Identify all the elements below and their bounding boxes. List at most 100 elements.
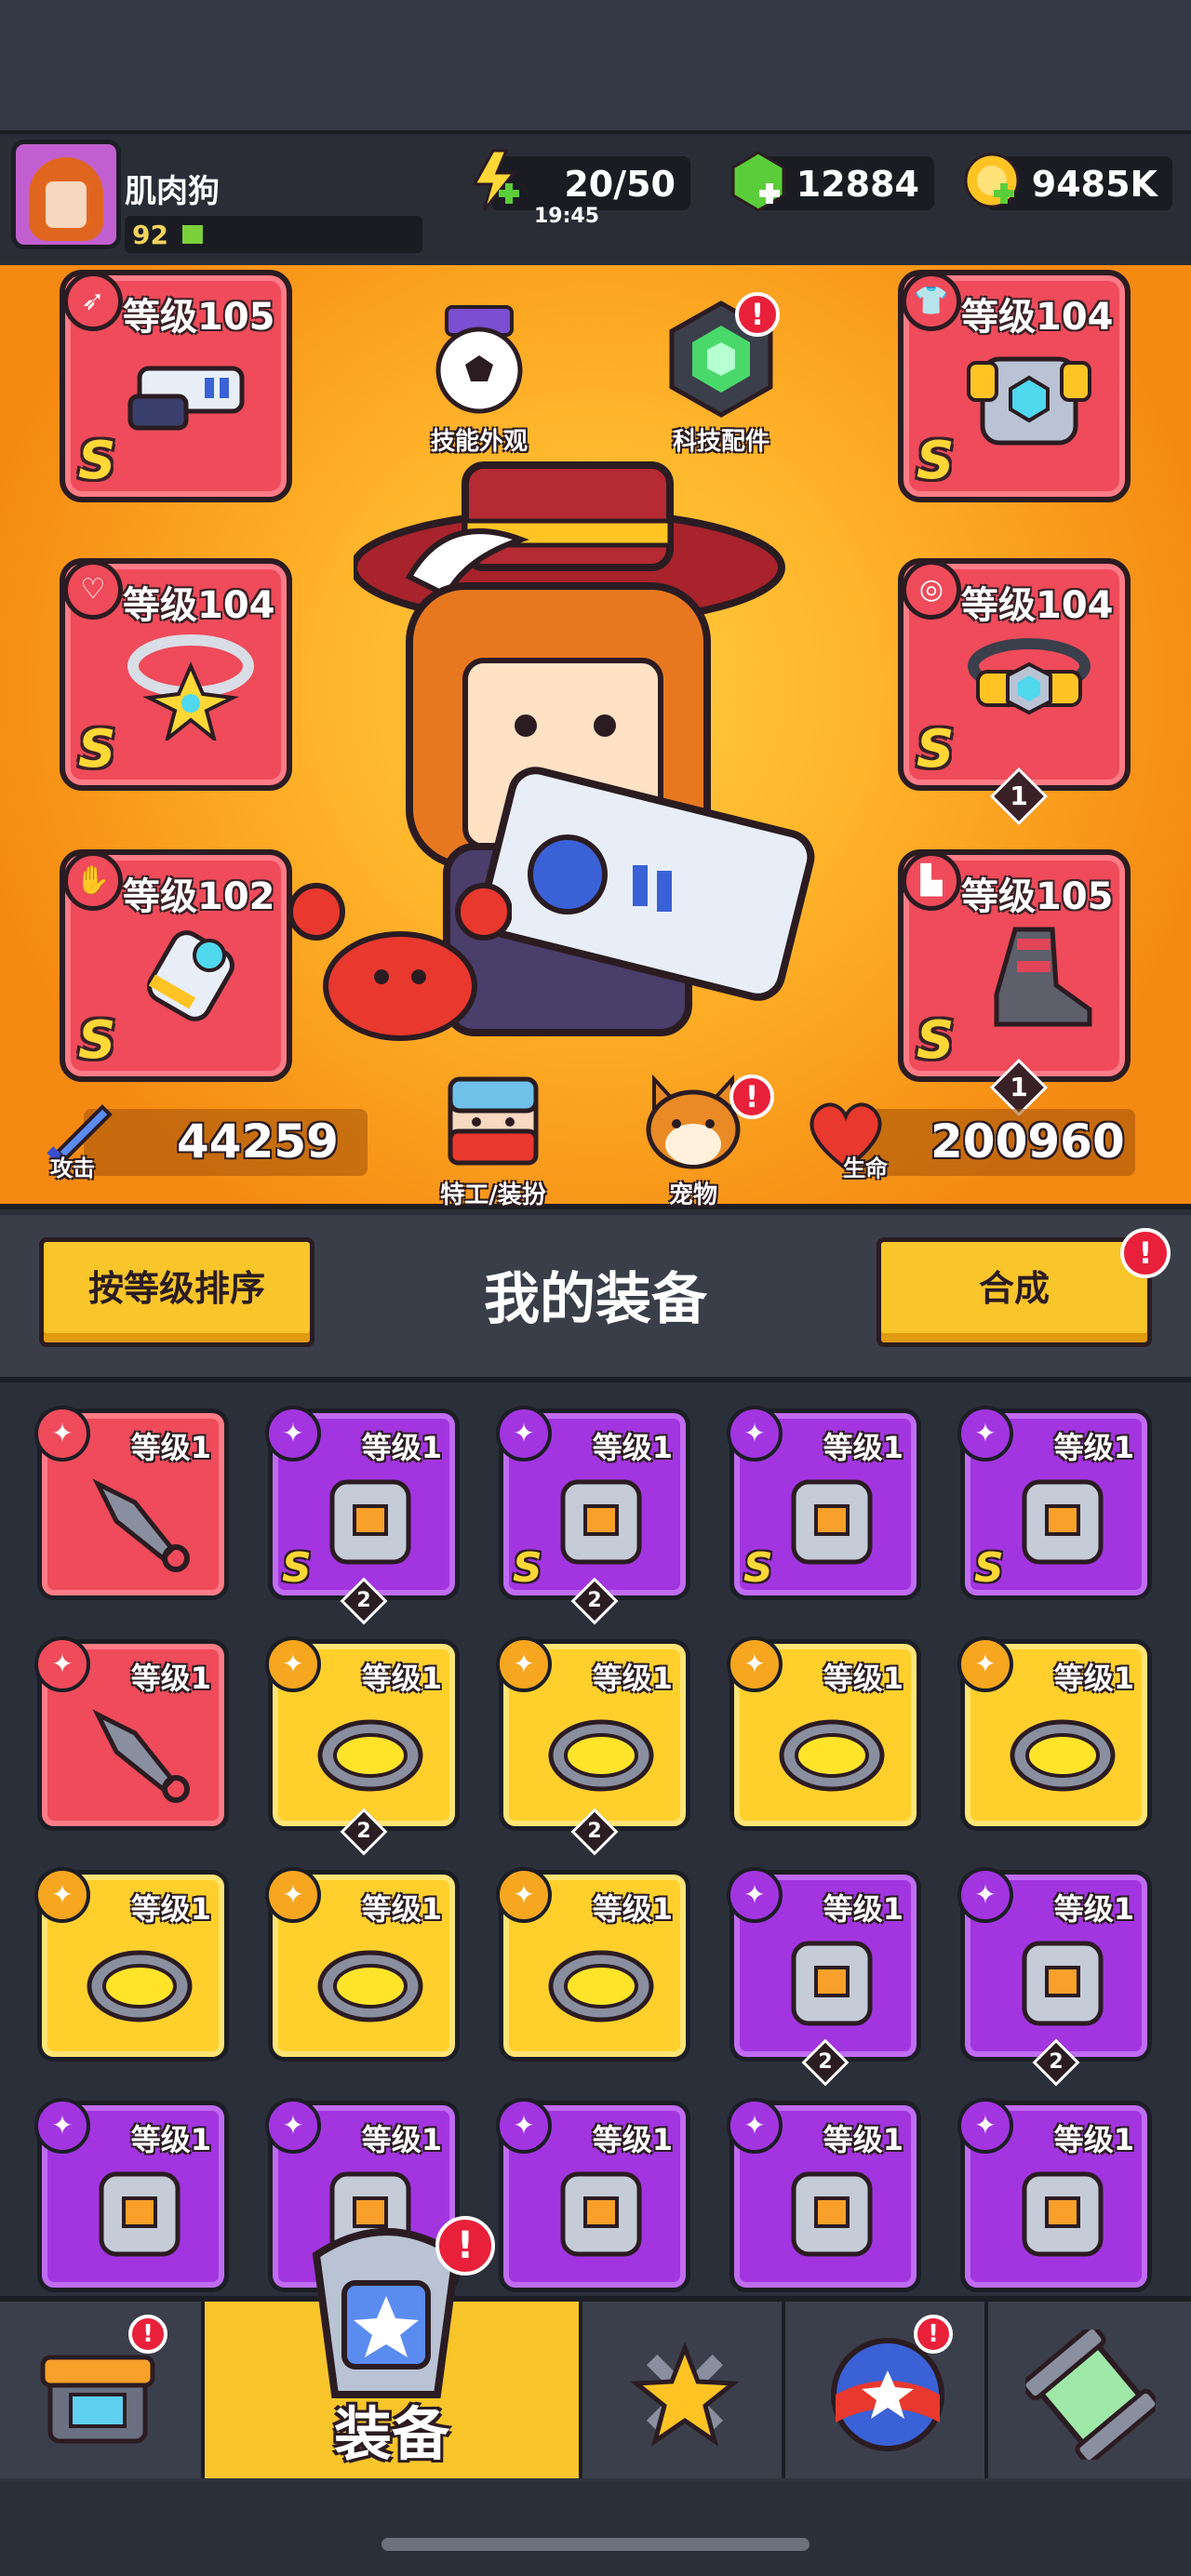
item-category-icon: ✦ [34,1406,90,1462]
agent-face-icon [448,1076,539,1166]
item-category-icon: ✦ [496,2098,552,2154]
equipped-glove-slot[interactable]: ✋ 等级102 S [60,849,292,1082]
nav-shop[interactable]: ! [0,2302,205,2478]
inventory-item[interactable]: ✦ 等级1 [727,1636,921,1831]
sort-by-level-button[interactable]: 按等级排序 [39,1237,314,1347]
belt-category-icon: ◎ [902,560,961,620]
equipped-boots-slot[interactable]: ▙ 等级105 S 1 [898,849,1131,1117]
hex-belt-icon [968,638,1091,715]
nav-battle[interactable] [582,2302,785,2478]
boots-category-icon: ▙ [902,851,961,911]
item-level: 等级1 [592,1430,673,1465]
hp-value: 200960 [930,1114,1125,1168]
item-level: 等级1 [130,1430,211,1465]
item-level: 等级1 [823,1430,903,1465]
gem-counter[interactable]: 12884 [731,151,934,212]
item-level: 等级1 [823,2122,903,2157]
item-level: 等级1 [592,2122,673,2157]
equipped-necklace-slot[interactable]: ♡ 等级104 S [60,558,292,791]
item-category-icon: ✦ [265,2098,321,2154]
item-category-icon: ✦ [34,1867,90,1923]
item-level: 等级1 [361,1891,442,1927]
bottom-safe-area [0,2482,1191,2576]
tech-parts-alert: ! [735,292,780,337]
inventory-item[interactable]: ✦ 等级1 [496,2098,690,2292]
inventory-grid: ✦ 等级1 ✦ 等级1 S 2 ✦ 等级1 S 2 ✦ 等级1 S ✦ 等级1 S ✦ 等级1 ✦ 等级1 2 ✦ 等级1 2… [0,1388,1191,2295]
crossed-swords-star-icon [630,2342,740,2447]
inventory-title: 我的装备 [484,1267,707,1332]
crab-pet [288,883,512,1041]
pet-alert: ! [729,1074,774,1119]
item-grade: S [513,1544,542,1592]
player-name: 肌肉狗 [125,173,220,210]
item-level: 等级1 [592,1891,673,1927]
slot-grade: S [917,431,955,491]
nav-equipment[interactable]: 装备 ! [205,2216,582,2478]
equipped-armor-slot[interactable]: 👕 等级104 S [898,270,1131,502]
equipped-belt-slot[interactable]: ◎ 等级104 S 1 [898,558,1131,826]
item-level: 等级1 [1053,2122,1134,2157]
spiked-ring-icon [1010,1719,1116,1792]
item-count-badge: 2 [340,1808,388,1856]
item-level: 等级1 [130,1661,211,1696]
nav-dna[interactable] [988,2302,1191,2478]
inventory-item[interactable]: ✦ 等级1 2 [265,1636,460,1856]
item-category-icon: ✦ [957,2098,1013,2154]
item-category-icon: ✦ [957,1406,1013,1462]
equipment-item-icon [1022,1479,1104,1565]
inventory-item[interactable]: ✦ 等级1 S 2 [265,1406,460,1625]
merge-button[interactable]: 合成 [877,1237,1152,1347]
equipment-item-icon [1022,1941,1104,2026]
inventory-item[interactable]: ✦ 等级1 2 [727,1867,921,2087]
attack-value: 44259 [177,1114,339,1168]
item-category-icon: ✦ [265,1636,321,1692]
agent-outfit-button[interactable]: 特工/装扮 [409,1070,577,1210]
player-avatar[interactable] [11,140,121,249]
spiked-ring-icon [548,1719,654,1792]
armor-category-icon: 👕 [902,272,961,331]
spiked-ring-icon [87,1950,193,2022]
item-category-icon: ✦ [727,1636,783,1692]
inventory-item[interactable]: ✦ 等级1 [34,1636,229,1831]
inventory-item[interactable]: ✦ 等级1 2 [957,1867,1152,2087]
inventory-item[interactable]: ✦ 等级1 [727,2098,921,2292]
item-level: 等级1 [361,1430,442,1465]
inventory-item[interactable]: ✦ 等级1 S [957,1406,1152,1600]
nav-events[interactable]: ! [785,2302,988,2478]
status-bar-area [0,0,1191,130]
item-level: 等级1 [592,1661,673,1696]
item-level: 等级1 [823,1661,903,1696]
equipment-alert: ! [435,2216,495,2276]
equipment-item-icon [791,2171,873,2257]
star-necklace-icon [127,634,254,741]
merge-alert: ! [1120,1228,1171,1278]
inventory-item[interactable]: ✦ 等级1 [957,1636,1152,1831]
home-indicator[interactable] [381,2538,810,2551]
slot-grade: S [78,719,116,780]
inventory-item[interactable]: ✦ 等级1 S [727,1406,921,1600]
item-level: 等级1 [130,1891,211,1927]
inventory-item[interactable]: ✦ 等级1 [496,1867,690,2062]
necklace-category-icon: ♡ [63,560,123,620]
attack-stat: 攻击 44259 [47,1104,368,1181]
spiked-ring-icon [779,1719,885,1792]
shop-icon [40,2355,155,2444]
item-category-icon: ✦ [727,1406,783,1462]
equipment-item-icon [1022,2171,1104,2257]
inventory-item[interactable]: ✦ 等级1 2 [496,1636,690,1856]
slot-level: 等级105 [123,296,275,339]
inventory-item[interactable]: ✦ 等级1 [34,2098,229,2292]
inventory-item[interactable]: ✦ 等级1 [34,1406,229,1600]
inventory-item[interactable]: ✦ 等级1 [34,1867,229,2062]
coin-counter[interactable]: 9485K [964,153,1172,210]
events-alert: ! [914,2315,953,2354]
equipped-weapon-slot[interactable]: ➶ 等级105 S [60,270,292,502]
item-grade: S [282,1544,312,1592]
inventory-item[interactable]: ✦ 等级1 S 2 [496,1406,690,1625]
inventory-item[interactable]: ✦ 等级1 [957,2098,1152,2292]
skill-skin-button[interactable]: 技能外观 [409,298,549,457]
item-level: 等级1 [1053,1430,1134,1465]
hp-stat: 生命 200960 [810,1102,1135,1181]
inventory-item[interactable]: ✦ 等级1 [265,1867,460,2062]
energy-counter[interactable]: 20/50 [472,149,690,211]
